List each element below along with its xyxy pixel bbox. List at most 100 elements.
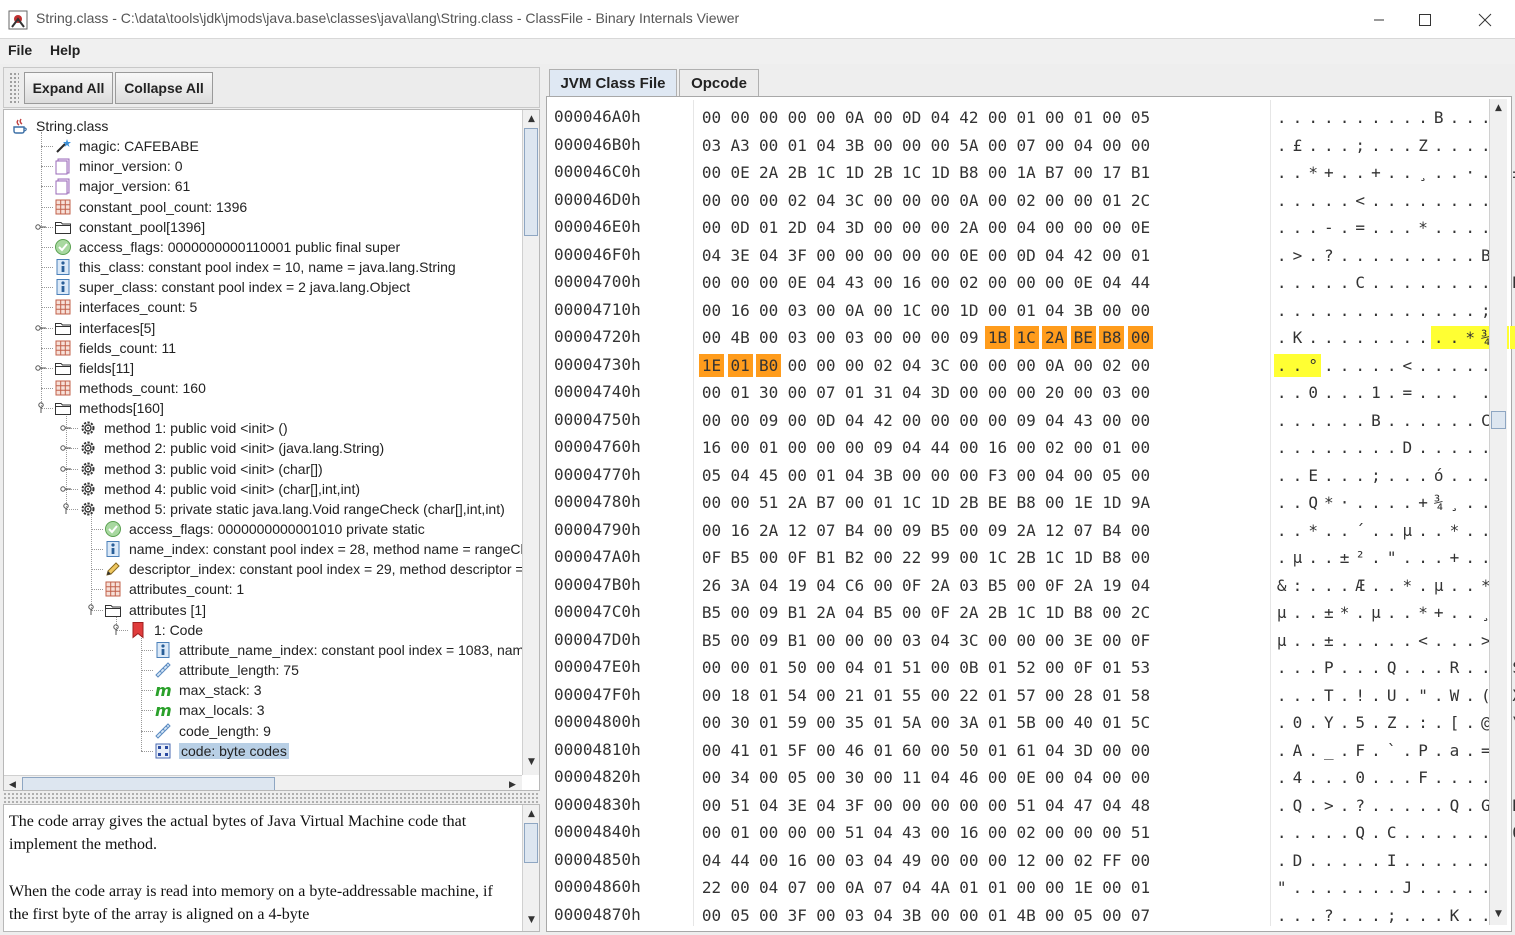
hex-byte[interactable]: 21 [842, 684, 867, 707]
ascii-char[interactable]: . [1400, 684, 1416, 707]
ascii-char[interactable]: . [1415, 904, 1431, 927]
hex-byte[interactable]: 09 [899, 519, 924, 542]
hex-byte[interactable]: 28 [1071, 684, 1096, 707]
hex-byte[interactable]: 04 [928, 766, 953, 789]
ascii-row[interactable]: &:...Æ..*.µ..*.. [1271, 571, 1515, 598]
ascii-char[interactable]: . [1274, 353, 1290, 377]
ascii-char[interactable]: . [1337, 849, 1353, 872]
hex-byte[interactable]: 0F [928, 601, 953, 624]
hex-byte[interactable]: 17 [1099, 161, 1124, 184]
ascii-char[interactable]: . [1337, 711, 1353, 734]
hex-byte[interactable]: 03 [785, 299, 810, 322]
ascii-char[interactable]: K [1447, 904, 1463, 927]
ascii-row[interactable]: .....<........., [1271, 186, 1515, 213]
ascii-char[interactable]: . [1384, 794, 1400, 817]
hex-byte[interactable]: 1D [842, 161, 867, 184]
hex-byte[interactable]: 44 [728, 849, 753, 872]
hex-byte[interactable]: 00 [956, 464, 981, 487]
ascii-char[interactable]: . [1290, 464, 1306, 487]
ascii-char[interactable]: < [1400, 354, 1416, 377]
hex-byte[interactable]: 34 [728, 766, 753, 789]
hex-byte[interactable]: 1E [1071, 491, 1096, 514]
hex-byte[interactable]: 49 [899, 849, 924, 872]
hex-byte[interactable]: 51 [728, 794, 753, 817]
hex-byte[interactable]: 42 [956, 106, 981, 129]
ascii-char[interactable]: . [1400, 629, 1416, 652]
ascii-char[interactable]: . [1368, 876, 1384, 899]
menu-help[interactable]: Help [50, 42, 80, 58]
tree-node[interactable]: interfaces_count: 5 [54, 297, 197, 317]
hex-byte[interactable]: 00 [928, 821, 953, 844]
ascii-char[interactable]: . [1337, 244, 1353, 267]
hex-byte[interactable]: 00 [1099, 299, 1124, 322]
ascii-row[interactable]: ..*+..+..¸..·..± [1271, 158, 1515, 185]
hex-byte[interactable]: 00 [928, 904, 953, 927]
hex-byte[interactable]: 4B [728, 326, 753, 349]
hex-byte[interactable]: 00 [871, 134, 896, 157]
ascii-char[interactable]: Q [1384, 656, 1400, 679]
ascii-char[interactable]: . [1337, 656, 1353, 679]
ascii-char[interactable]: . [1290, 491, 1306, 514]
ascii-char[interactable]: . [1274, 739, 1290, 762]
ascii-char[interactable]: . [1305, 821, 1321, 844]
hex-byte[interactable]: 04 [1071, 134, 1096, 157]
hex-byte[interactable]: F3 [985, 464, 1010, 487]
ascii-char[interactable]: . [1415, 409, 1431, 432]
hex-byte[interactable]: 00 [1099, 244, 1124, 267]
hex-byte[interactable]: 01 [756, 684, 781, 707]
hex-byte[interactable]: 04 [1099, 271, 1124, 294]
ascii-char[interactable]: . [1289, 353, 1306, 377]
hex-byte[interactable]: 04 [1042, 299, 1067, 322]
ascii-char[interactable]: . [1337, 739, 1353, 762]
ascii-char[interactable]: . [1337, 106, 1353, 129]
hex-byte[interactable]: 51 [842, 821, 867, 844]
ascii-char[interactable]: . [1462, 299, 1478, 322]
ascii-char[interactable]: . [1305, 684, 1321, 707]
ascii-char[interactable]: . [1353, 656, 1369, 679]
hex-byte[interactable]: 51 [756, 491, 781, 514]
tree-node[interactable]: magic: CAFEBABE [54, 136, 199, 156]
ascii-char[interactable]: * [1447, 519, 1463, 542]
hex-byte[interactable]: 00 [1042, 134, 1067, 157]
hex-byte[interactable]: 00 [928, 684, 953, 707]
ascii-char[interactable]: . [1368, 244, 1384, 267]
ascii-char[interactable]: . [1462, 464, 1478, 487]
ascii-char[interactable]: . [1447, 574, 1463, 597]
hex-byte[interactable]: 00 [899, 189, 924, 212]
hex-byte[interactable]: 0D [1014, 244, 1039, 267]
hex-byte[interactable]: B8 [956, 161, 981, 184]
ascii-char[interactable]: . [1431, 546, 1447, 569]
class-structure-tree[interactable]: String.class magic: CAFEBABE minor_version… [3, 109, 540, 791]
hex-byte[interactable]: 00 [699, 794, 724, 817]
ascii-char[interactable]: . [1415, 519, 1431, 542]
hex-byte[interactable]: 00 [699, 904, 724, 927]
ascii-char[interactable]: . [1274, 656, 1290, 679]
ascii-row[interactable]: .4...0...F...... [1271, 763, 1515, 790]
ascii-char[interactable]: . [1274, 849, 1290, 872]
hex-byte[interactable]: 00 [985, 134, 1010, 157]
hex-byte-row[interactable]: 00 0E 2A 2B 1C 1D 2B 1C 1D B8 00 1A B7 00 17 B1 [694, 158, 1268, 185]
ascii-char[interactable]: ¸ [1447, 491, 1463, 514]
hex-byte[interactable]: 1D [1099, 491, 1124, 514]
ascii-char[interactable]: ± [1510, 161, 1515, 184]
ascii-char[interactable]: 5 [1353, 711, 1369, 734]
hex-byte[interactable]: 01 [1099, 656, 1124, 679]
scroll-down-icon[interactable]: ▼ [1490, 905, 1507, 922]
hex-byte[interactable]: C6 [842, 574, 867, 597]
scroll-thumb[interactable] [1491, 411, 1506, 429]
ascii-char[interactable]: . [1274, 271, 1290, 294]
ascii-char[interactable]: . [1368, 134, 1384, 157]
hex-byte[interactable]: 00 [785, 381, 810, 404]
ascii-char[interactable]: . [1305, 849, 1321, 872]
hex-byte[interactable]: 00 [1042, 821, 1067, 844]
ascii-char[interactable]: J [1400, 876, 1416, 899]
ascii-char[interactable]: . [1305, 629, 1321, 652]
ascii-char[interactable]: Q [1290, 794, 1306, 817]
hex-byte[interactable]: 1E [1071, 876, 1096, 899]
ascii-char[interactable]: . [1368, 491, 1384, 514]
ascii-char[interactable]: . [1274, 519, 1290, 542]
close-button[interactable] [1462, 0, 1508, 39]
hex-byte[interactable]: 07 [1128, 904, 1153, 927]
hex-byte[interactable]: 00 [1099, 904, 1124, 927]
hex-byte[interactable]: 43 [1071, 409, 1096, 432]
